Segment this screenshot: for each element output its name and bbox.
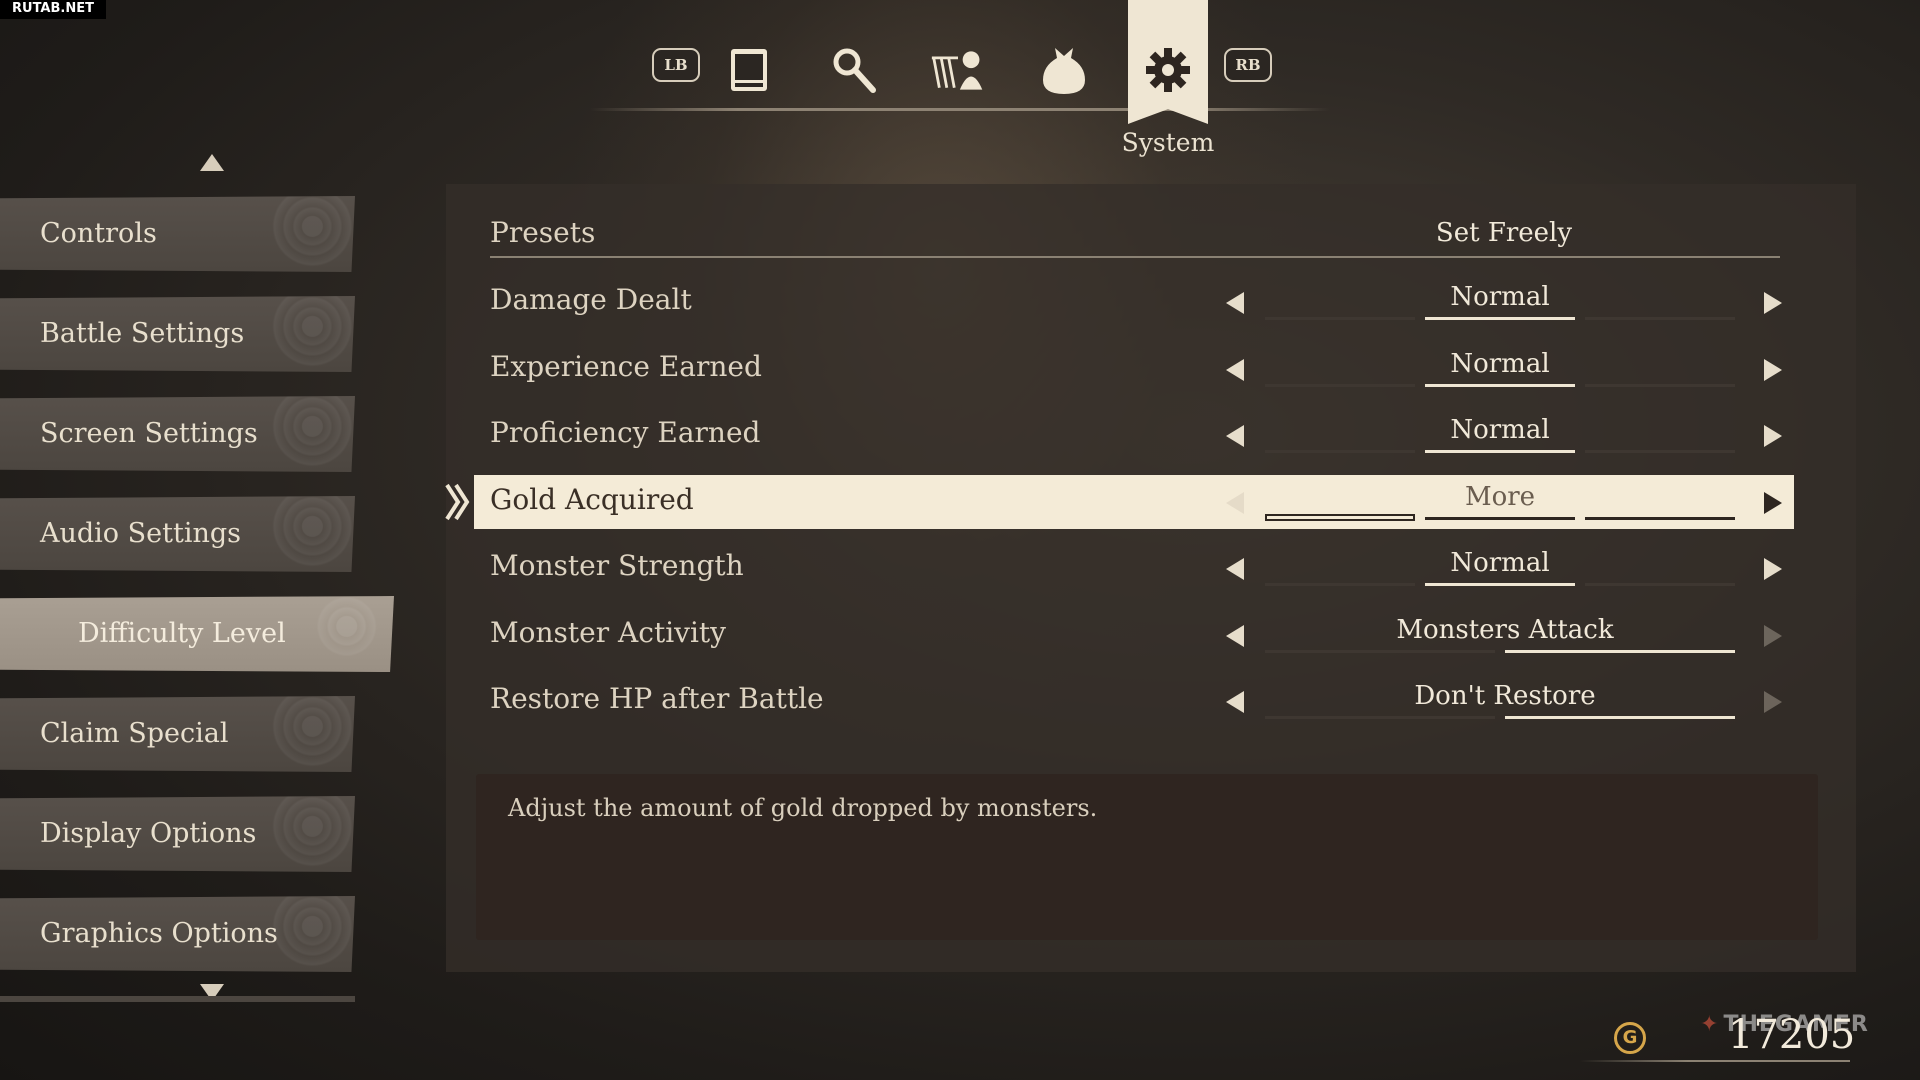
setting-row[interactable]: Experience Earned Normal [474, 342, 1794, 396]
book-icon [731, 49, 767, 91]
watermark: RUTAB.NET [0, 0, 106, 19]
setting-row[interactable]: Damage Dealt Normal [474, 275, 1794, 329]
gold-amount: 17205 [1728, 1012, 1856, 1058]
setting-row[interactable]: Gold Acquired More [474, 475, 1794, 529]
sidebar-item-graphics-options[interactable]: Graphics Options [0, 896, 355, 972]
level-segment [1265, 514, 1415, 521]
decrease-arrow-icon[interactable] [1226, 625, 1244, 647]
presets-label: Presets [490, 216, 596, 249]
level-segment [1585, 517, 1735, 520]
tab-system[interactable] [1140, 42, 1196, 98]
gear-icon [1146, 48, 1190, 92]
setting-value: Normal [1450, 282, 1550, 312]
level-segment [1505, 650, 1735, 653]
description-box: Adjust the amount of gold dropped by mon… [476, 774, 1818, 940]
level-segment [1585, 384, 1735, 387]
level-segment [1265, 317, 1415, 320]
bag-icon [1043, 48, 1085, 94]
setting-label: Proficiency Earned [490, 416, 761, 449]
increase-arrow-icon[interactable] [1764, 292, 1782, 314]
sidebar-item-difficulty-level[interactable]: Difficulty Level [0, 596, 394, 672]
setting-value: Don't Restore [1414, 681, 1596, 711]
setting-label: Monster Activity [490, 616, 726, 649]
lb-button[interactable]: LB [652, 48, 700, 82]
level-segment [1425, 317, 1575, 320]
setting-label: Experience Earned [490, 350, 762, 383]
cursor-chevron-icon [445, 483, 470, 521]
sidebar-item-battle-settings[interactable]: Battle Settings [0, 296, 355, 372]
sidebar-item-controls[interactable]: Controls [0, 196, 355, 272]
tab-bag[interactable] [1036, 42, 1092, 98]
sidebar: Controls Battle Settings Screen Settings… [0, 150, 400, 1010]
decrease-arrow-icon[interactable] [1226, 691, 1244, 713]
tab-system-label: System [1121, 128, 1215, 157]
rb-button[interactable]: RB [1224, 48, 1272, 82]
level-segment [1265, 384, 1415, 387]
level-segment [1505, 716, 1735, 719]
tab-search[interactable] [826, 42, 882, 98]
sidebar-item-screen-settings[interactable]: Screen Settings [0, 396, 355, 472]
increase-arrow-icon[interactable] [1764, 359, 1782, 381]
decrease-arrow-icon[interactable] [1226, 425, 1244, 447]
level-segment [1425, 583, 1575, 586]
sidebar-item-display-options[interactable]: Display Options [0, 796, 355, 872]
setting-label: Monster Strength [490, 549, 744, 582]
increase-arrow-icon[interactable] [1764, 492, 1782, 514]
gold-divider [1580, 1060, 1850, 1062]
gold-coin-icon: G [1614, 1022, 1646, 1054]
setting-row[interactable]: Monster Activity Monsters Attack [474, 608, 1794, 662]
setting-value: Normal [1450, 548, 1550, 578]
setting-value: Normal [1450, 415, 1550, 445]
increase-arrow-icon[interactable] [1764, 558, 1782, 580]
setting-row[interactable]: Proficiency Earned Normal [474, 408, 1794, 462]
increase-arrow-icon[interactable] [1764, 691, 1782, 713]
setting-label: Gold Acquired [490, 483, 694, 516]
setting-label: Restore HP after Battle [490, 682, 824, 715]
sidebar-bottom-edge [0, 996, 355, 1002]
level-segment [1425, 517, 1575, 520]
setting-value: More [1464, 482, 1536, 512]
tab-bar-divider [590, 108, 1330, 111]
decrease-arrow-icon[interactable] [1226, 558, 1244, 580]
decrease-arrow-icon[interactable] [1226, 492, 1244, 514]
level-segment [1425, 384, 1575, 387]
setting-row[interactable]: Monster Strength Normal [474, 541, 1794, 595]
setting-label: Damage Dealt [490, 283, 692, 316]
sidebar-item-audio-settings[interactable]: Audio Settings [0, 496, 355, 572]
scroll-up-icon[interactable] [200, 154, 224, 171]
level-segment [1265, 650, 1495, 653]
level-segment [1585, 583, 1735, 586]
increase-arrow-icon[interactable] [1764, 625, 1782, 647]
level-segment [1265, 450, 1415, 453]
tab-party[interactable] [930, 42, 986, 98]
brand-star-icon: ✦ [1700, 1012, 1720, 1037]
top-tab-bar: LB System RB [590, 0, 1330, 160]
level-segment [1425, 450, 1575, 453]
decrease-arrow-icon[interactable] [1226, 292, 1244, 314]
sidebar-item-claim-special-rewards[interactable]: Claim Special Rewards [0, 696, 355, 772]
setting-value: Monsters Attack [1396, 615, 1614, 645]
level-segment [1265, 716, 1495, 719]
decrease-arrow-icon[interactable] [1226, 359, 1244, 381]
setting-value: Normal [1450, 349, 1550, 379]
presets-divider [490, 256, 1780, 258]
level-segment [1585, 317, 1735, 320]
tab-book[interactable] [721, 42, 777, 98]
presets-value: Set Freely [1435, 218, 1573, 248]
description-text: Adjust the amount of gold dropped by mon… [508, 794, 1098, 822]
level-segment [1585, 450, 1735, 453]
magnifier-icon [833, 48, 876, 93]
party-icon [931, 51, 983, 90]
presets-row[interactable]: Presets Set Freely [490, 216, 1780, 260]
level-segment [1265, 583, 1415, 586]
increase-arrow-icon[interactable] [1764, 425, 1782, 447]
setting-row[interactable]: Restore HP after Battle Don't Restore [474, 674, 1794, 728]
